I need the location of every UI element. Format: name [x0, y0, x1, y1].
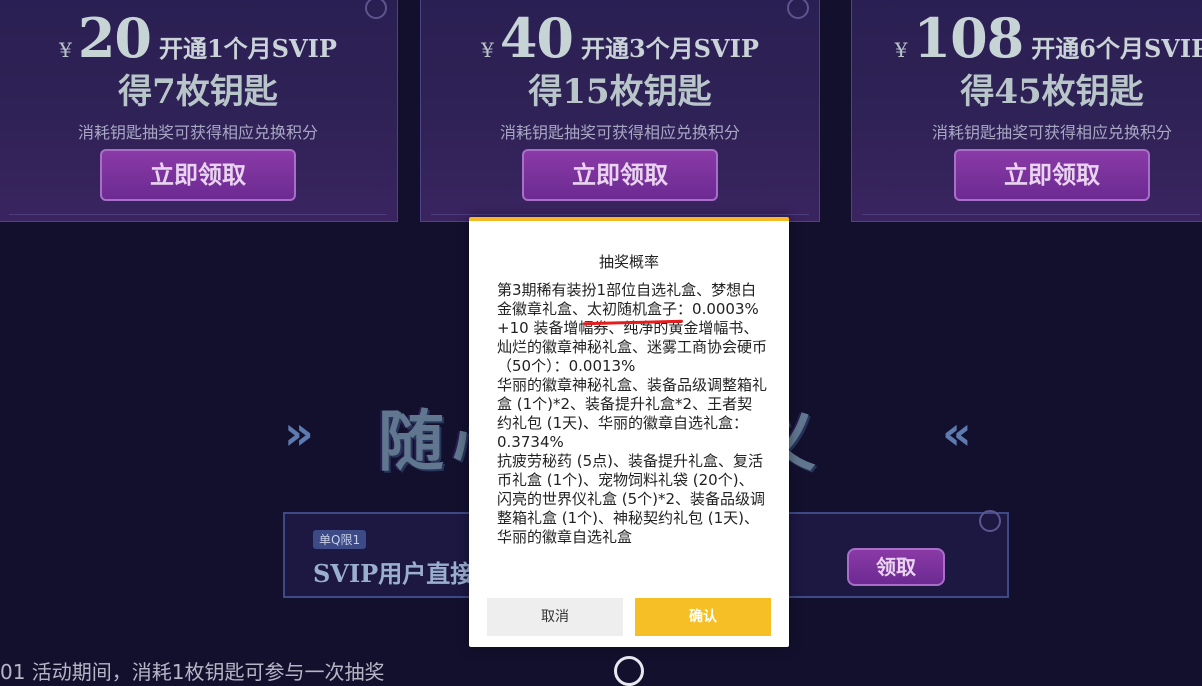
chevron-left-icon: « — [942, 406, 972, 460]
plan-label: 开通3个月SVIP — [580, 34, 759, 63]
price-row: ¥40 开通3个月SVIP — [421, 6, 819, 70]
reward-tip: 消耗钥匙抽奖可获得相应兑换积分 — [77, 123, 318, 142]
claim-button[interactable]: 立即领取 — [100, 149, 296, 201]
reward-tip: 消耗钥匙抽奖可获得相应兑换积分 — [499, 123, 740, 142]
claim-button[interactable]: 立即领取 — [954, 149, 1150, 201]
plan-label: 开通1个月SVIP — [158, 34, 337, 63]
cancel-button[interactable]: 取消 — [487, 598, 623, 636]
dialog-body[interactable]: 第3期稀有装扮1部位自选礼盒、梦想白金徽章礼盒、太初随机盒子：0.0003% +… — [497, 281, 767, 583]
task-description: SVIP用户直接 — [313, 559, 475, 588]
reward-card-3: ¥108 开通6个月SVIP 得45枚钥匙 消耗钥匙抽奖可获得相应兑换积分 立即领… — [851, 0, 1202, 222]
plan-label: 开通6个月SVIP — [1031, 34, 1202, 63]
reward-tip: 消耗钥匙抽奖可获得相应兑换积分 — [931, 123, 1172, 142]
keys-reward: 得7枚钥匙 — [118, 72, 278, 112]
limit-badge: 单Q限1 — [313, 530, 367, 549]
price: 20 — [77, 6, 152, 70]
keys-reward: 得45枚钥匙 — [960, 72, 1144, 112]
keys-reward: 得15枚钥匙 — [528, 72, 712, 112]
currency-symbol: ¥ — [481, 38, 494, 62]
price-row: ¥108 开通6个月SVIP — [852, 6, 1202, 70]
claim-button[interactable]: 立即领取 — [522, 149, 718, 201]
confirm-button[interactable]: 确认 — [635, 598, 771, 636]
reward-card-2: ¥40 开通3个月SVIP 得15枚钥匙 消耗钥匙抽奖可获得相应兑换积分 立即领取 — [420, 0, 820, 222]
activity-footnote: 01 活动期间，消耗1枚钥匙可参与一次抽奖 — [0, 660, 385, 684]
highlighted-text: 太初随机盒子 — [587, 300, 678, 318]
price-row: ¥20 开通1个月SVIP — [0, 6, 397, 70]
confirm-label: 确认 — [689, 609, 717, 625]
dialog-title: 抽奖概率 — [598, 253, 659, 271]
probability-line: 抗疲劳秘药 (5点)、装备提升礼盒、复活币礼盒 (1个)、宠物饲料礼袋 (20个… — [497, 452, 766, 546]
gear-icon — [979, 510, 1001, 532]
probability-line: +10 装备增幅券、纯净的黄金增幅书、灿烂的徽章神秘礼盒、迷雾工商协会硬币（50… — [497, 319, 767, 375]
price: 108 — [913, 6, 1025, 70]
collect-button[interactable]: 领取 — [847, 548, 945, 586]
probability-line: 华丽的徽章神秘礼盒、装备品级调整箱礼盒 (1个)*2、装备提升礼盒*2、王者契约… — [497, 376, 767, 451]
probability-dialog: 抽奖概率 第3期稀有装扮1部位自选礼盒、梦想白金徽章礼盒、太初随机盒子：0.00… — [469, 217, 789, 647]
currency-symbol: ¥ — [894, 38, 908, 62]
probability-line: 第3期稀有装扮1部位自选礼盒、梦想白金徽章礼盒、太初随机盒子：0.0003% — [497, 281, 759, 318]
reward-card-1: ¥20 开通1个月SVIP 得7枚钥匙 消耗钥匙抽奖可获得相应兑换积分 立即领取 — [0, 0, 398, 222]
price: 40 — [499, 6, 574, 70]
currency-symbol: ¥ — [59, 38, 72, 62]
scroll-indicator-icon[interactable] — [614, 656, 644, 686]
